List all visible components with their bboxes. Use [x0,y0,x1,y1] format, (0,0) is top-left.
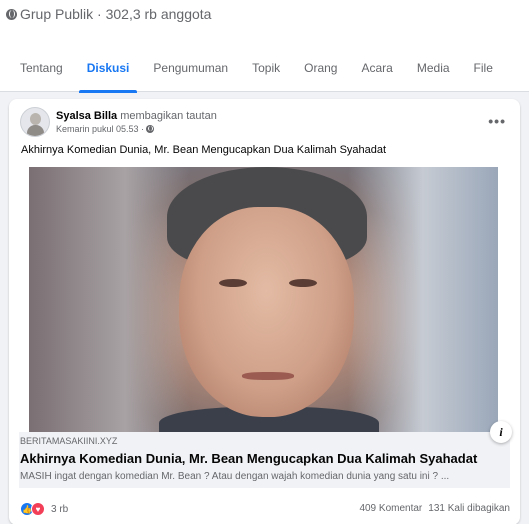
image-mouth [242,372,294,380]
group-header: Grup Publik · 302,3 rb anggota Tentang D… [0,0,529,93]
tab-media[interactable]: Media [405,44,462,92]
tab-diskusi[interactable]: Diskusi [75,44,142,93]
tab-topik[interactable]: Topik [240,44,292,92]
author-block: Syalsa Billa membagikan tautan Kemarin p… [56,109,217,136]
group-meta-text: Grup Publik · 302,3 rb anggota [20,6,212,22]
link-preview-image[interactable] [29,167,498,432]
reaction-count: 3 rb [51,503,69,515]
post-card: Syalsa Billa membagikan tautan Kemarin p… [9,99,520,524]
info-icon[interactable]: i [490,421,512,443]
tab-acara[interactable]: Acara [349,44,404,92]
post-timestamp[interactable]: Kemarin pukul 05.53 · [56,123,144,136]
link-title[interactable]: Akhirnya Komedian Dunia, Mr. Bean Menguc… [20,451,477,466]
reaction-summary[interactable]: 👍 ♥ 3 rb [20,502,68,516]
more-options-button[interactable]: ••• [488,113,506,129]
group-tabs: Tentang Diskusi Pengumuman Topik Orang A… [0,44,505,93]
share-count[interactable]: 131 Kali dibagikan [428,503,510,514]
post-header: Syalsa Billa membagikan tautan Kemarin p… [20,107,217,137]
globe-icon [6,8,17,20]
image-background-left [29,167,189,432]
avatar[interactable] [20,107,50,137]
link-description: MASIH ingat dengan komedian Mr. Bean ? A… [20,471,450,482]
group-meta: Grup Publik · 302,3 rb anggota [6,6,211,22]
author-name[interactable]: Syalsa Billa [56,110,117,122]
avatar-head-shape [30,113,41,125]
post-stats: 409 Komentar 131 Kali dibagikan [359,503,510,514]
comment-count[interactable]: 409 Komentar [359,503,422,514]
tab-tentang[interactable]: Tentang [0,44,75,92]
tab-orang[interactable]: Orang [292,44,349,92]
image-eye-left [219,279,247,287]
post-action: membagikan tautan [120,109,217,122]
tab-file[interactable]: File [462,44,505,92]
link-domain: BERITAMASAKIINI.XYZ [20,436,118,446]
reaction-icons: 👍 ♥ [20,502,45,516]
image-background-right [348,167,498,432]
author-line: Syalsa Billa membagikan tautan [56,109,217,123]
image-eye-right [289,279,317,287]
globe-icon [146,125,155,133]
image-face [179,207,354,417]
post-time-line: Kemarin pukul 05.53 · [56,123,217,136]
avatar-body-shape [27,125,44,136]
love-icon: ♥ [31,502,45,516]
tab-pengumuman[interactable]: Pengumuman [141,44,240,92]
post-text: Akhirnya Komedian Dunia, Mr. Bean Menguc… [21,144,387,156]
